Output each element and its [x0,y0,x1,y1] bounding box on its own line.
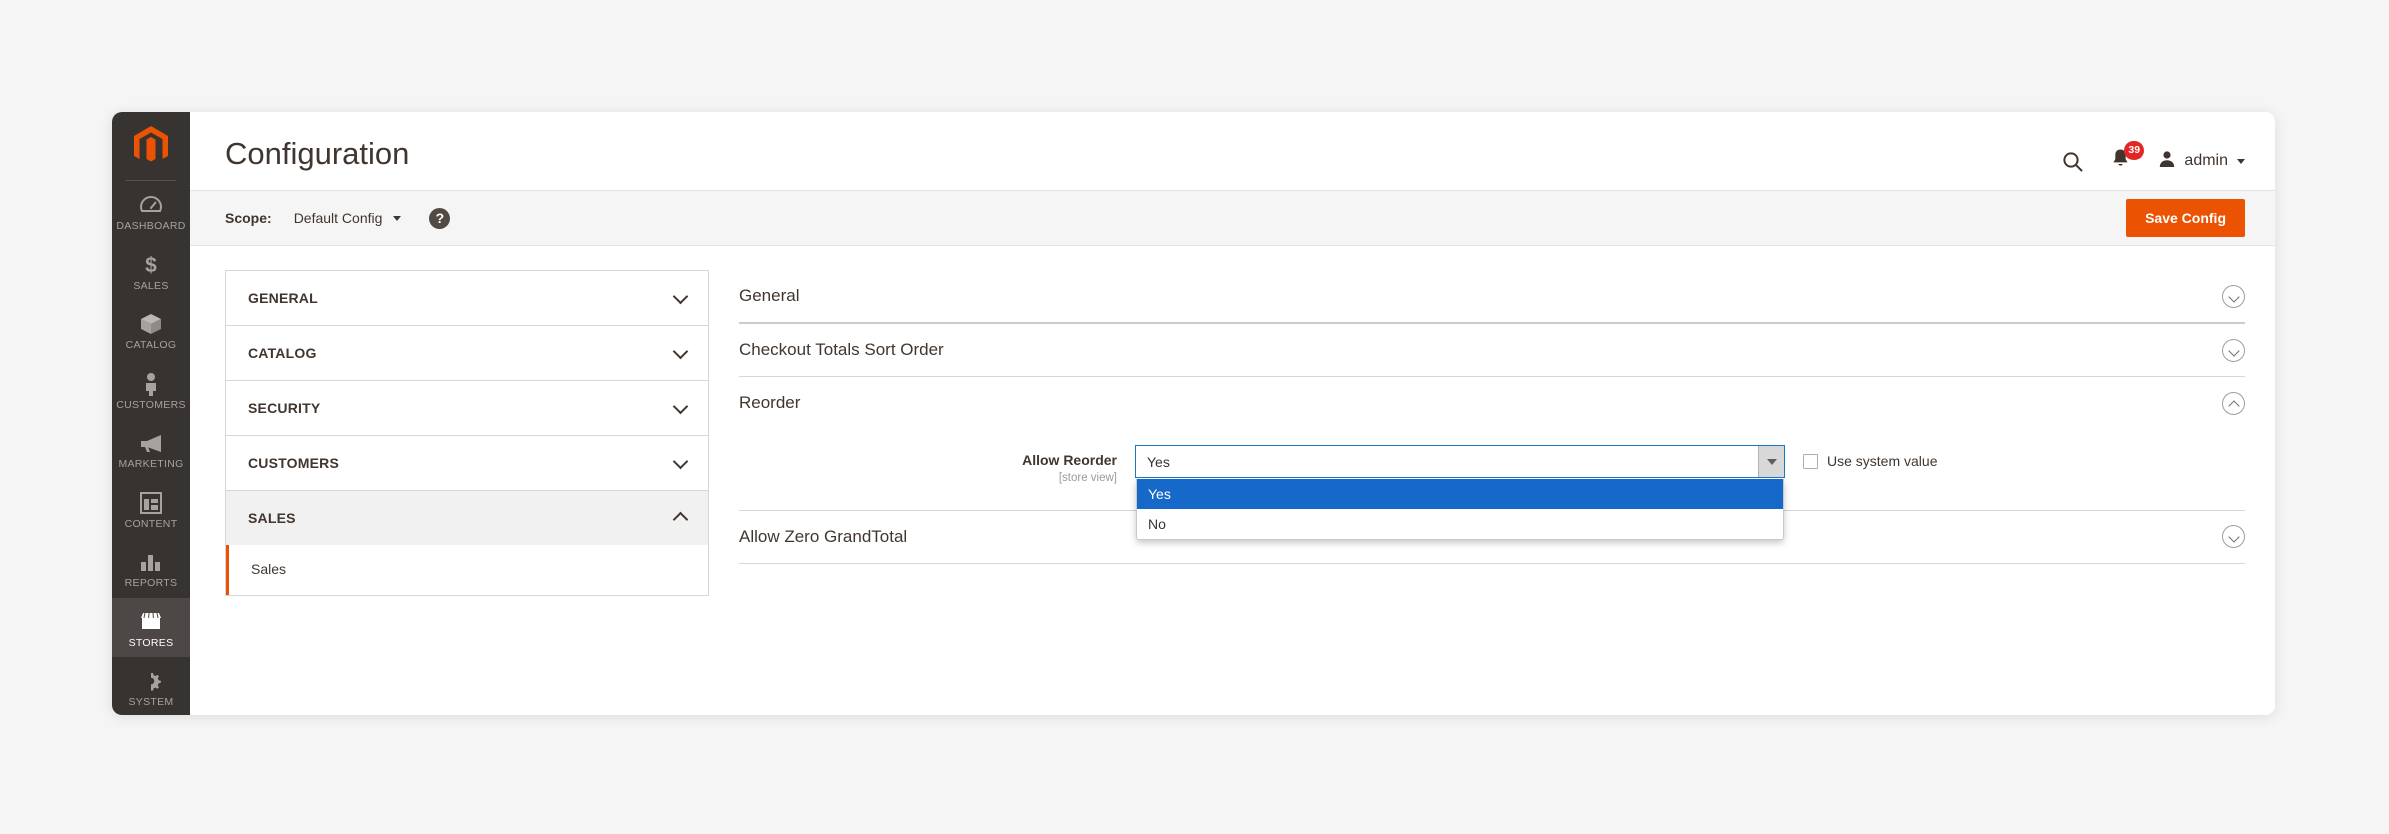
notifications-button[interactable]: 39 [2111,141,2145,174]
config-nav-label: SECURITY [248,400,321,416]
scope-selector[interactable]: Default Config [294,210,402,226]
allow-reorder-selected-value: Yes [1147,453,1170,470]
config-nav-subitem-sales[interactable]: Sales [226,545,708,595]
header-actions: 39 admin [2062,134,2245,174]
config-nav-security[interactable]: SECURITY [225,380,709,435]
notification-badge: 39 [2124,141,2145,160]
store-icon [114,609,188,635]
config-nav-label: GENERAL [248,290,318,306]
person-icon [114,371,188,397]
section-title: General [739,286,800,305]
use-system-value-wrap: Use system value [1803,445,1937,469]
config-nav-catalog[interactable]: CATALOG [225,325,709,380]
sidebar-item-label: MARKETING [118,458,184,470]
sidebar-item-label: STORES [128,636,174,649]
allow-reorder-options-list: Yes No [1136,479,1784,540]
chevron-down-icon [672,398,689,414]
field-label-wrap: Allow Reorder [store view] [739,445,1117,484]
sidebar-item-label: SYSTEM [128,696,174,708]
user-avatar-icon [2158,150,2176,173]
save-config-button[interactable]: Save Config [2126,199,2245,237]
config-nav-customers[interactable]: CUSTOMERS [225,435,709,490]
select-dropdown-arrow-icon[interactable] [1758,446,1784,477]
circle-chevron-up-icon [2222,391,2245,415]
section-reorder-header[interactable]: Reorder [739,377,2245,429]
sidebar-item-reports[interactable]: REPORTS [112,538,190,598]
sidebar-item-sales[interactable]: $ SALES [112,241,190,301]
config-nav-label: CUSTOMERS [248,455,339,471]
field-label: Allow Reorder [1022,452,1117,468]
sidebar-item-label: CONTENT [124,517,178,530]
layout-icon [114,490,188,516]
chevron-down-icon [672,453,689,469]
section-reorder: Reorder Allow Reorder [store view] Yes Y… [739,377,2245,540]
configuration-body: GENERAL CATALOG SECURITY CUSTOMERS SALES [190,246,2275,596]
admin-user-menu[interactable]: admin [2158,150,2245,173]
section-checkout-totals-header[interactable]: Checkout Totals Sort Order [739,324,2245,376]
allow-reorder-option-no[interactable]: No [1137,509,1783,539]
sidebar-item-label: DASHBOARD [116,220,186,232]
dashboard-gauge-icon [114,192,188,218]
use-system-value-label: Use system value [1827,453,1938,469]
page-title: Configuration [225,136,410,171]
sidebar-item-customers[interactable]: CUSTOMERS [112,360,190,420]
chevron-down-icon [672,288,689,304]
svg-text:$: $ [145,254,157,277]
use-system-value-checkbox[interactable] [1803,453,1818,469]
caret-down-icon [393,215,402,221]
bar-chart-icon [114,549,188,575]
config-nav-label: CATALOG [248,345,317,361]
sidebar-item-stores[interactable]: STORES [112,597,190,657]
sidebar-item-system[interactable]: SYSTEM [112,657,190,715]
sidebar-item-content[interactable]: CONTENT [112,479,190,539]
search-icon[interactable] [2062,151,2083,172]
sidebar-item-dashboard[interactable]: DASHBOARD [112,181,190,241]
page-header: Configuration 39 admin [190,112,2275,190]
question-mark-icon[interactable]: ? [429,207,451,229]
chevron-down-icon [2237,158,2245,164]
allow-reorder-option-yes[interactable]: Yes [1137,479,1783,509]
field-allow-reorder: Allow Reorder [store view] Yes Yes No Us… [739,445,2245,540]
sidebar-item-label: CATALOG [125,339,177,351]
config-nav-sublist: Sales [225,545,709,596]
scope-label: Scope: [225,210,272,226]
config-nav-label: SALES [248,510,296,526]
section-reorder-body: Allow Reorder [store view] Yes Yes No Us… [739,429,2245,540]
scope-selected-value: Default Config [293,210,383,226]
sidebar-item-label: SALES [133,279,169,292]
megaphone-icon [114,430,188,456]
field-scope-note: [store view] [1058,471,1117,484]
allow-reorder-select-wrap: Yes Yes No [1135,445,1785,540]
sidebar-item-marketing[interactable]: MARKETING [112,419,190,479]
chevron-up-icon [672,511,689,528]
admin-window: DASHBOARD $ SALES CATALOG CUSTOMERS MARK… [112,112,2275,715]
magento-logo-icon[interactable] [112,112,190,174]
scope-bar: Scope: Default Config ? Save Config [190,190,2275,246]
section-general: General [739,270,2245,324]
sidebar-item-label: CUSTOMERS [116,398,186,411]
admin-sidebar: DASHBOARD $ SALES CATALOG CUSTOMERS MARK… [112,112,190,715]
section-checkout-totals-sort-order: Checkout Totals Sort Order [739,324,2245,377]
config-nav: GENERAL CATALOG SECURITY CUSTOMERS SALES [225,270,709,596]
allow-reorder-select[interactable]: Yes [1135,445,1785,478]
dollar-icon: $ [114,252,188,278]
sidebar-item-label: REPORTS [124,577,178,589]
circle-chevron-down-icon [2222,525,2245,548]
config-nav-general[interactable]: GENERAL [225,270,709,325]
chevron-down-icon [672,343,689,359]
gear-icon [114,668,188,694]
section-title: Reorder [739,393,801,412]
section-title: Checkout Totals Sort Order [739,340,944,359]
sidebar-item-catalog[interactable]: CATALOG [112,300,190,360]
config-nav-sales[interactable]: SALES [225,490,709,545]
admin-user-name: admin [2184,152,2228,169]
section-general-header[interactable]: General [739,270,2245,322]
circle-chevron-down-icon [2222,338,2245,362]
main-content: Configuration 39 admin Scope: Default Co… [190,112,2275,715]
circle-chevron-down-icon [2222,284,2245,308]
box-icon [114,311,188,337]
settings-panel: General Checkout Totals Sort Order Reord… [739,270,2245,564]
